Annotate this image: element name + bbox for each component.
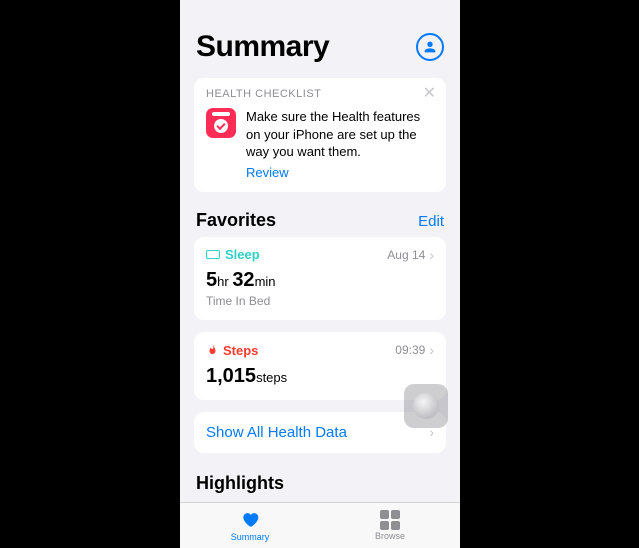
edit-button[interactable]: Edit bbox=[418, 213, 444, 230]
checklist-text: Make sure the Health features on your iP… bbox=[246, 108, 434, 161]
phone-screen: Summary ✕ HEALTH CHECKLIST Make sure the… bbox=[180, 0, 460, 548]
steps-label: Steps bbox=[223, 343, 258, 358]
sleep-metric: 5hr 32min bbox=[206, 269, 434, 292]
steps-category: Steps bbox=[206, 342, 258, 359]
profile-icon[interactable] bbox=[416, 33, 444, 61]
grid-icon bbox=[380, 510, 400, 530]
favorites-title: Favorites bbox=[196, 210, 276, 231]
health-checklist-card[interactable]: ✕ HEALTH CHECKLIST Make sure the Health … bbox=[194, 78, 446, 192]
highlights-header: Highlights bbox=[194, 469, 446, 500]
favorites-header: Favorites Edit bbox=[194, 206, 446, 237]
chevron-right-icon: › bbox=[429, 342, 434, 358]
sleep-sub: Time In Bed bbox=[206, 294, 434, 308]
sleep-card[interactable]: Sleep Aug 14 › 5hr 32min Time In Bed bbox=[194, 237, 446, 320]
page-title: Summary bbox=[196, 30, 329, 64]
highlights-title: Highlights bbox=[196, 473, 284, 494]
checklist-eyebrow: HEALTH CHECKLIST bbox=[206, 88, 434, 100]
chevron-right-icon: › bbox=[429, 247, 434, 263]
tab-summary[interactable]: Summary bbox=[180, 503, 320, 548]
sleep-category: Sleep bbox=[206, 247, 260, 262]
close-icon[interactable]: ✕ bbox=[423, 86, 436, 102]
steps-metric: 1,015steps bbox=[206, 365, 434, 388]
heart-icon bbox=[239, 509, 261, 531]
sleep-label: Sleep bbox=[225, 247, 260, 262]
checklist-icon bbox=[206, 108, 236, 138]
tab-browse-label: Browse bbox=[375, 531, 405, 541]
assistive-touch[interactable] bbox=[404, 384, 448, 428]
flame-icon bbox=[206, 342, 218, 359]
tab-summary-label: Summary bbox=[231, 532, 270, 542]
bed-icon bbox=[206, 250, 220, 259]
steps-time: 09:39 bbox=[395, 343, 425, 357]
tab-browse[interactable]: Browse bbox=[320, 503, 460, 548]
sleep-date: Aug 14 bbox=[387, 248, 425, 262]
tab-bar: Summary Browse bbox=[180, 502, 460, 548]
page-header: Summary bbox=[194, 0, 446, 78]
show-all-label: Show All Health Data bbox=[206, 424, 347, 441]
review-link[interactable]: Review bbox=[246, 165, 289, 180]
